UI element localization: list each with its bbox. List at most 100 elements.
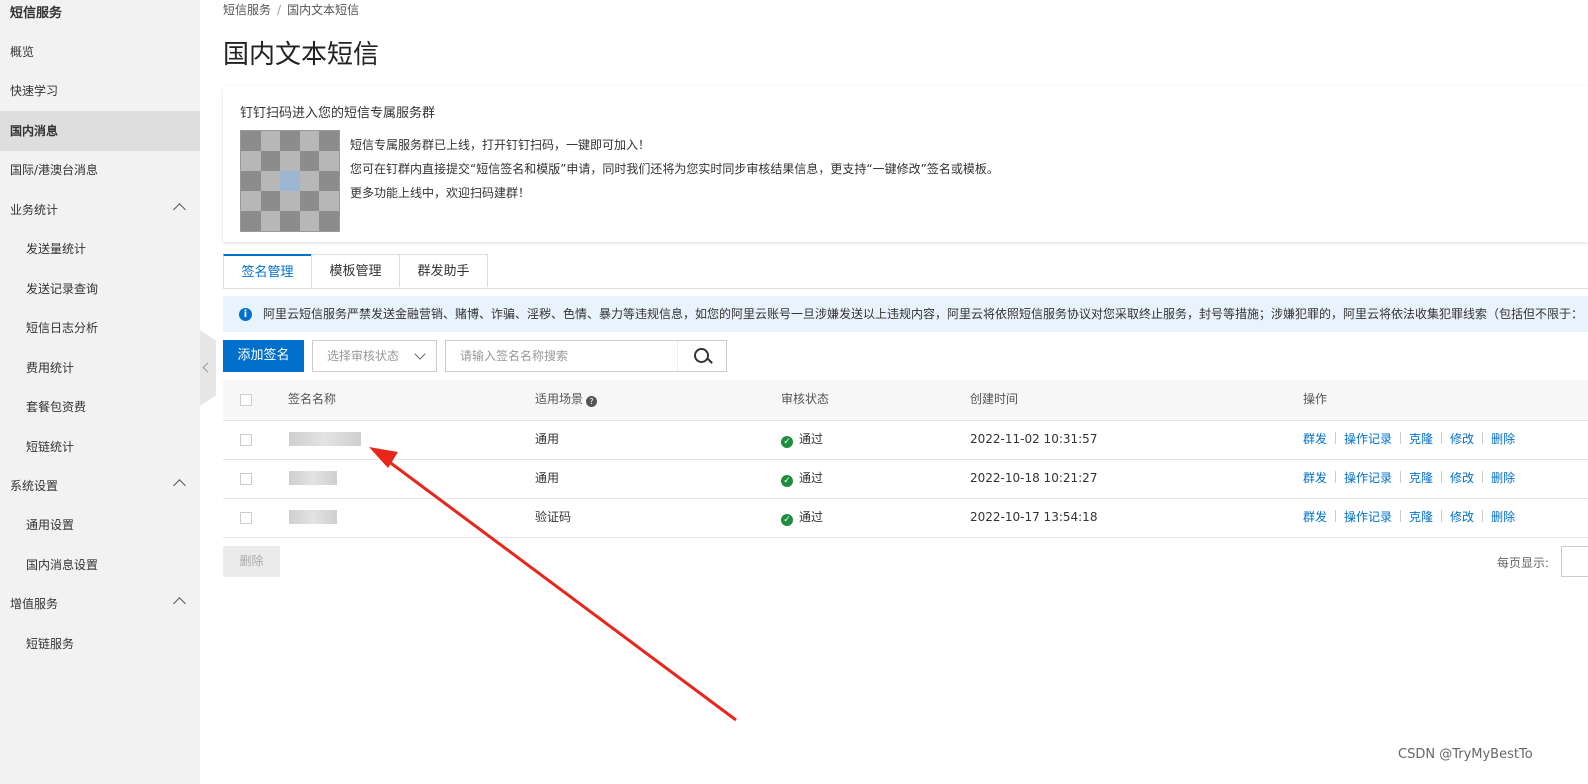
tab-bar: 签名管理 模板管理 群发助手	[223, 254, 1588, 289]
header-created-time: 创建时间	[970, 392, 1019, 406]
tab-signature-management[interactable]: 签名管理	[223, 254, 312, 288]
sidebar-item-send-records[interactable]: 发送记录查询	[0, 269, 200, 309]
sidebar-item-label: 系统设置	[10, 479, 59, 493]
per-page-select[interactable]	[1561, 546, 1588, 577]
tab-bulk-assistant[interactable]: 群发助手	[399, 254, 488, 287]
banner-title: 钉钉扫码进入您的短信专属服务群	[240, 106, 436, 121]
sidebar-item-overview[interactable]: 概览	[0, 32, 200, 72]
sidebar-item-label: 国内消息设置	[26, 558, 99, 572]
check-circle-icon: ✓	[781, 475, 793, 487]
op-clone[interactable]: 克隆	[1409, 510, 1433, 524]
op-bulk-send[interactable]: 群发	[1303, 432, 1327, 446]
add-signature-button[interactable]: 添加签名	[223, 340, 304, 372]
search-button[interactable]	[677, 341, 726, 371]
row-operations: 群发 操作记录 克隆 修改 删除	[1303, 459, 1515, 498]
sidebar-item-international-messages[interactable]: 国际/港澳台消息	[0, 150, 200, 190]
breadcrumb: 短信服务 / 国内文本短信	[223, 1, 359, 18]
op-clone[interactable]: 克隆	[1409, 471, 1433, 485]
sidebar-item-shortlink-stats[interactable]: 短链统计	[0, 427, 200, 467]
row-checkbox[interactable]	[240, 473, 252, 485]
sidebar-item-label: 短链统计	[26, 440, 75, 454]
cell-status: ✓ 通过	[781, 420, 823, 459]
cell-created: 2022-10-17 13:54:18	[970, 510, 1098, 524]
table-row: 通用 ✓ 通过 2022-10-18 10:21:27 群发 操作记录 克隆 修改 删除	[223, 459, 1588, 499]
table-header: 签名名称 适用场景? 审核状态 创建时间 操作	[223, 380, 1588, 421]
sidebar-item-label: 国内消息	[10, 124, 59, 138]
op-bulk-send[interactable]: 群发	[1303, 510, 1327, 524]
select-all-checkbox[interactable]	[240, 394, 252, 406]
op-clone[interactable]: 克隆	[1409, 432, 1433, 446]
sidebar-item-label: 费用统计	[26, 361, 75, 375]
op-delete[interactable]: 删除	[1491, 432, 1515, 446]
redacted-signature-name	[289, 432, 361, 446]
op-history[interactable]: 操作记录	[1344, 471, 1392, 485]
divider	[1441, 432, 1443, 444]
op-delete[interactable]: 删除	[1491, 471, 1515, 485]
watermark: CSDN @TryMyBestTo	[1398, 747, 1533, 762]
sidebar-item-send-volume[interactable]: 发送量统计	[0, 229, 200, 269]
sidebar-item-label: 业务统计	[10, 203, 59, 217]
chevron-left-icon	[202, 362, 213, 373]
review-status-select[interactable]: 选择审核状态	[312, 340, 437, 372]
header-scene-label: 适用场景	[535, 392, 584, 406]
sidebar-item-label: 通用设置	[26, 518, 75, 532]
sidebar-group-value-added[interactable]: 增值服务	[0, 584, 200, 624]
help-icon[interactable]: ?	[586, 396, 598, 407]
sidebar-item-label: 套餐包资费	[26, 400, 87, 414]
bulk-delete-button[interactable]: 删除	[223, 546, 280, 577]
dingtalk-banner: 钉钉扫码进入您的短信专属服务群 短信专属服务群已上线，打开钉钉扫码，一键即可加入…	[223, 86, 1588, 242]
row-operations: 群发 操作记录 克隆 修改 删除	[1303, 420, 1515, 459]
sidebar-item-log-analysis[interactable]: 短信日志分析	[0, 308, 200, 348]
sidebar-item-domestic-messages[interactable]: 国内消息	[0, 111, 200, 151]
op-edit[interactable]: 修改	[1450, 471, 1474, 485]
sidebar-item-label: 增值服务	[10, 597, 59, 611]
op-edit[interactable]: 修改	[1450, 510, 1474, 524]
cell-scene: 通用	[535, 471, 560, 485]
divider	[1441, 471, 1443, 483]
cell-scene: 验证码	[535, 510, 572, 524]
status-text: 通过	[799, 432, 824, 446]
row-checkbox[interactable]	[240, 512, 252, 524]
breadcrumb-root[interactable]: 短信服务	[223, 3, 271, 17]
sidebar-collapse-handle[interactable]	[200, 330, 216, 406]
op-history[interactable]: 操作记录	[1344, 510, 1392, 524]
status-text: 通过	[799, 510, 824, 524]
sidebar-item-label: 短链服务	[26, 637, 75, 651]
chevron-down-icon	[414, 348, 426, 360]
divider	[1400, 471, 1402, 483]
sidebar-item-quick-learn[interactable]: 快速学习	[0, 71, 200, 111]
sidebar-group-system-settings[interactable]: 系统设置	[0, 466, 200, 506]
breadcrumb-current: 国内文本短信	[287, 3, 360, 17]
sidebar-item-label: 快速学习	[10, 84, 59, 98]
table-row: 验证码 ✓ 通过 2022-10-17 13:54:18 群发 操作记录 克隆 修改 删除	[223, 498, 1588, 538]
notice-text: 阿里云短信服务严禁发送金融营销、赌博、诈骗、淫秽、色情、暴力等违规信息，如您的阿…	[263, 307, 1584, 321]
sidebar-item-domestic-settings[interactable]: 国内消息设置	[0, 545, 200, 585]
banner-line: 短信专属服务群已上线，打开钉钉扫码，一键即可加入！	[350, 138, 651, 152]
sidebar-item-package-pricing[interactable]: 套餐包资费	[0, 387, 200, 427]
search-input[interactable]	[446, 341, 676, 371]
per-page-label: 每页显示:	[1497, 556, 1550, 570]
chevron-up-icon	[173, 479, 186, 492]
op-history[interactable]: 操作记录	[1344, 432, 1392, 446]
sidebar-item-shortlink-service[interactable]: 短链服务	[0, 624, 200, 664]
cell-created: 2022-11-02 10:31:57	[970, 432, 1098, 446]
sidebar-title: 短信服务	[10, 6, 63, 21]
cell-status: ✓ 通过	[781, 459, 823, 498]
check-circle-icon: ✓	[781, 514, 793, 526]
divider	[1482, 432, 1484, 444]
op-bulk-send[interactable]: 群发	[1303, 471, 1327, 485]
search-icon	[694, 348, 709, 363]
divider	[1482, 471, 1484, 483]
header-scene: 适用场景?	[535, 380, 598, 418]
op-delete[interactable]: 删除	[1491, 510, 1515, 524]
sidebar-item-general-settings[interactable]: 通用设置	[0, 505, 200, 545]
sidebar-item-cost-stats[interactable]: 费用统计	[0, 348, 200, 388]
op-edit[interactable]: 修改	[1450, 432, 1474, 446]
row-checkbox[interactable]	[240, 434, 252, 446]
breadcrumb-separator: /	[277, 3, 282, 17]
sidebar-item-label: 短信日志分析	[26, 321, 99, 335]
sidebar-group-business-stats[interactable]: 业务统计	[0, 190, 200, 230]
page-title: 国内文本短信	[223, 40, 380, 70]
status-text: 通过	[799, 471, 824, 485]
tab-template-management[interactable]: 模板管理	[311, 254, 400, 287]
